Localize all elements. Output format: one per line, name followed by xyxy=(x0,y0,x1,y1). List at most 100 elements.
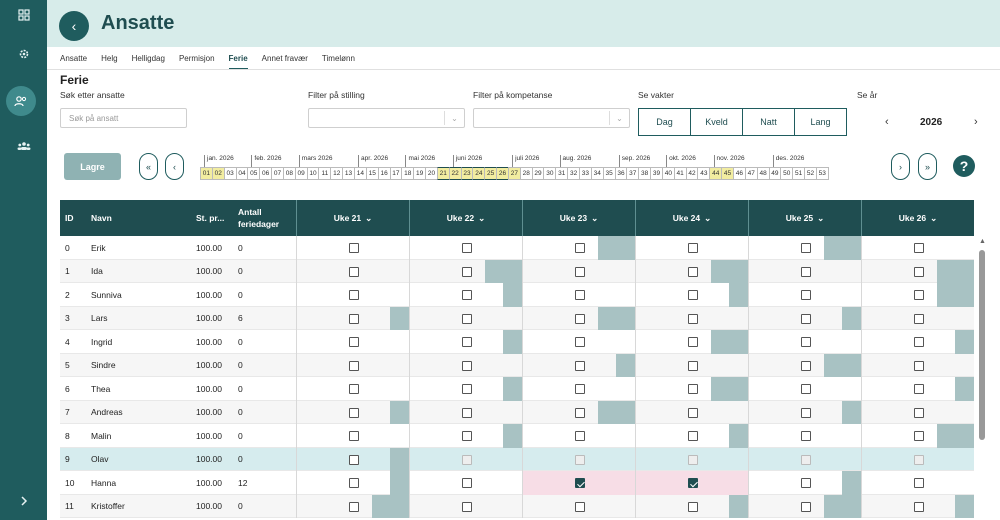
tab-ferie[interactable]: Ferie xyxy=(228,54,248,70)
vacation-checkbox[interactable] xyxy=(688,384,698,394)
next-year-button[interactable]: › xyxy=(974,116,978,128)
vacation-checkbox[interactable] xyxy=(688,290,698,300)
shift-night-button[interactable]: Natt xyxy=(742,108,795,136)
vacation-checkbox[interactable] xyxy=(688,454,698,465)
vacation-checkbox[interactable] xyxy=(349,360,359,371)
prev-year-button[interactable]: ‹ xyxy=(885,116,889,128)
vacation-checkbox[interactable] xyxy=(914,407,924,418)
vacation-checkbox[interactable] xyxy=(688,360,698,371)
vacation-checkbox[interactable] xyxy=(688,431,698,441)
vacation-checkbox[interactable] xyxy=(462,266,472,277)
vacation-checkbox[interactable] xyxy=(349,337,359,347)
week-column-header[interactable]: Uke 24 ⌄ xyxy=(635,200,748,236)
help-button[interactable]: ? xyxy=(953,155,975,177)
search-input[interactable]: Søk på ansatt xyxy=(60,108,187,128)
vacation-checkbox[interactable] xyxy=(688,478,698,488)
vacation-checkbox[interactable] xyxy=(575,337,585,347)
shift-evening-button[interactable]: Kveld xyxy=(690,108,743,136)
vacation-checkbox[interactable] xyxy=(914,478,924,488)
vacation-checkbox[interactable] xyxy=(801,431,811,441)
vacation-checkbox[interactable] xyxy=(349,313,359,324)
tab-annet-fravær[interactable]: Annet fravær xyxy=(262,54,308,70)
vacation-checkbox[interactable] xyxy=(914,243,924,253)
vacation-checkbox[interactable] xyxy=(349,290,359,300)
vacation-checkbox[interactable] xyxy=(801,478,811,488)
vacation-checkbox[interactable] xyxy=(575,266,585,277)
vacation-checkbox[interactable] xyxy=(801,407,811,418)
vacation-checkbox[interactable] xyxy=(349,384,359,394)
vacation-checkbox[interactable] xyxy=(688,501,698,512)
vacation-checkbox[interactable] xyxy=(462,313,472,324)
first-weeks-button[interactable]: « xyxy=(139,153,158,180)
vacation-checkbox[interactable] xyxy=(801,313,811,324)
back-button[interactable]: ‹ xyxy=(59,11,89,41)
prev-weeks-button[interactable]: ‹ xyxy=(165,153,184,180)
vacation-checkbox[interactable] xyxy=(688,243,698,253)
next-weeks-button[interactable]: › xyxy=(891,153,910,180)
vacation-checkbox[interactable] xyxy=(349,431,359,441)
vacation-checkbox[interactable] xyxy=(801,360,811,371)
scroll-thumb[interactable] xyxy=(979,250,985,440)
vacation-checkbox[interactable] xyxy=(575,478,585,488)
shift-day-button[interactable]: Dag xyxy=(638,108,691,136)
week-column-header[interactable]: Uke 26 ⌄ xyxy=(861,200,974,236)
vacation-checkbox[interactable] xyxy=(801,501,811,512)
vacation-checkbox[interactable] xyxy=(914,266,924,277)
position-filter-select[interactable]: ⌄ xyxy=(308,108,465,128)
vacation-checkbox[interactable] xyxy=(462,478,472,488)
vacation-checkbox[interactable] xyxy=(914,360,924,371)
vacation-checkbox[interactable] xyxy=(801,337,811,347)
shift-long-button[interactable]: Lang xyxy=(794,108,847,136)
week-column-header[interactable]: Uke 21 ⌄ xyxy=(296,200,409,236)
vacation-checkbox[interactable] xyxy=(575,384,585,394)
vacation-checkbox[interactable] xyxy=(575,290,585,300)
vacation-checkbox[interactable] xyxy=(462,360,472,371)
vacation-checkbox[interactable] xyxy=(462,431,472,441)
vacation-checkbox[interactable] xyxy=(575,431,585,441)
vacation-checkbox[interactable] xyxy=(462,290,472,300)
vacation-checkbox[interactable] xyxy=(462,337,472,347)
vacation-checkbox[interactable] xyxy=(349,478,359,488)
vacation-checkbox[interactable] xyxy=(349,407,359,418)
last-weeks-button[interactable]: » xyxy=(918,153,937,180)
vacation-checkbox[interactable] xyxy=(462,501,472,512)
vacation-checkbox[interactable] xyxy=(914,313,924,324)
table-scrollbar[interactable]: ▲ xyxy=(978,238,986,520)
vacation-checkbox[interactable] xyxy=(575,243,585,253)
gear-icon[interactable] xyxy=(0,39,47,69)
vacation-checkbox[interactable] xyxy=(575,360,585,371)
vacation-checkbox[interactable] xyxy=(462,407,472,418)
vacation-checkbox[interactable] xyxy=(801,243,811,253)
week-column-header[interactable]: Uke 22 ⌄ xyxy=(409,200,522,236)
vacation-checkbox[interactable] xyxy=(688,407,698,418)
week-cell[interactable]: 53 xyxy=(815,167,829,180)
vacation-checkbox[interactable] xyxy=(801,454,811,465)
vacation-checkbox[interactable] xyxy=(914,454,924,465)
groups-icon[interactable] xyxy=(0,131,47,161)
vacation-checkbox[interactable] xyxy=(801,384,811,394)
dashboard-icon[interactable] xyxy=(0,0,47,30)
vacation-checkbox[interactable] xyxy=(688,313,698,324)
tab-timelønn[interactable]: Timelønn xyxy=(322,54,355,70)
vacation-checkbox[interactable] xyxy=(575,454,585,465)
competence-filter-select[interactable]: ⌄ xyxy=(473,108,630,128)
vacation-checkbox[interactable] xyxy=(575,407,585,418)
vacation-checkbox[interactable] xyxy=(462,384,472,394)
users-icon[interactable] xyxy=(6,86,36,116)
vacation-checkbox[interactable] xyxy=(801,290,811,300)
vacation-checkbox[interactable] xyxy=(575,501,585,512)
vacation-checkbox[interactable] xyxy=(688,337,698,347)
vacation-checkbox[interactable] xyxy=(914,384,924,394)
tab-ansatte[interactable]: Ansatte xyxy=(60,54,87,70)
vacation-checkbox[interactable] xyxy=(349,243,359,253)
vacation-checkbox[interactable] xyxy=(801,266,811,277)
vacation-checkbox[interactable] xyxy=(688,266,698,277)
vacation-checkbox[interactable] xyxy=(349,454,359,465)
scroll-up-icon[interactable]: ▲ xyxy=(979,238,986,245)
vacation-checkbox[interactable] xyxy=(462,454,472,465)
tab-helligdag[interactable]: Helligdag xyxy=(132,54,165,70)
week-column-header[interactable]: Uke 23 ⌄ xyxy=(522,200,635,236)
week-column-header[interactable]: Uke 25 ⌄ xyxy=(748,200,861,236)
vacation-checkbox[interactable] xyxy=(914,431,924,441)
vacation-checkbox[interactable] xyxy=(914,501,924,512)
